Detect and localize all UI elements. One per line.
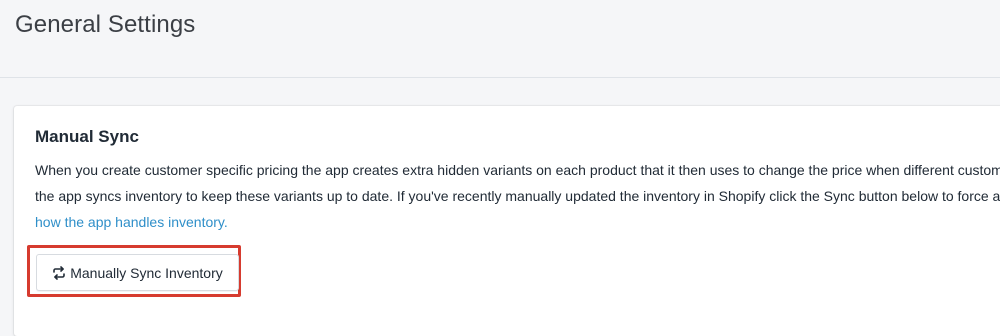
sync-icon — [52, 265, 66, 280]
card-description: When you create customer specific pricin… — [35, 157, 1000, 235]
description-line-1: When you create customer specific pricin… — [35, 162, 1000, 178]
description-line-2: the app syncs inventory to keep these va… — [35, 188, 1000, 204]
page-title: General Settings — [15, 11, 196, 38]
manual-sync-card: Manual Sync When you create customer spe… — [14, 106, 1000, 336]
manually-sync-inventory-button[interactable]: Manually Sync Inventory — [36, 254, 239, 291]
card-title: Manual Sync — [35, 127, 139, 146]
description-line-3: how the app handles inventory. — [35, 209, 1000, 235]
inventory-help-link[interactable]: how the app handles inventory. — [35, 214, 228, 230]
page-header: General Settings — [0, 0, 1000, 78]
sync-button-label: Manually Sync Inventory — [70, 264, 223, 281]
